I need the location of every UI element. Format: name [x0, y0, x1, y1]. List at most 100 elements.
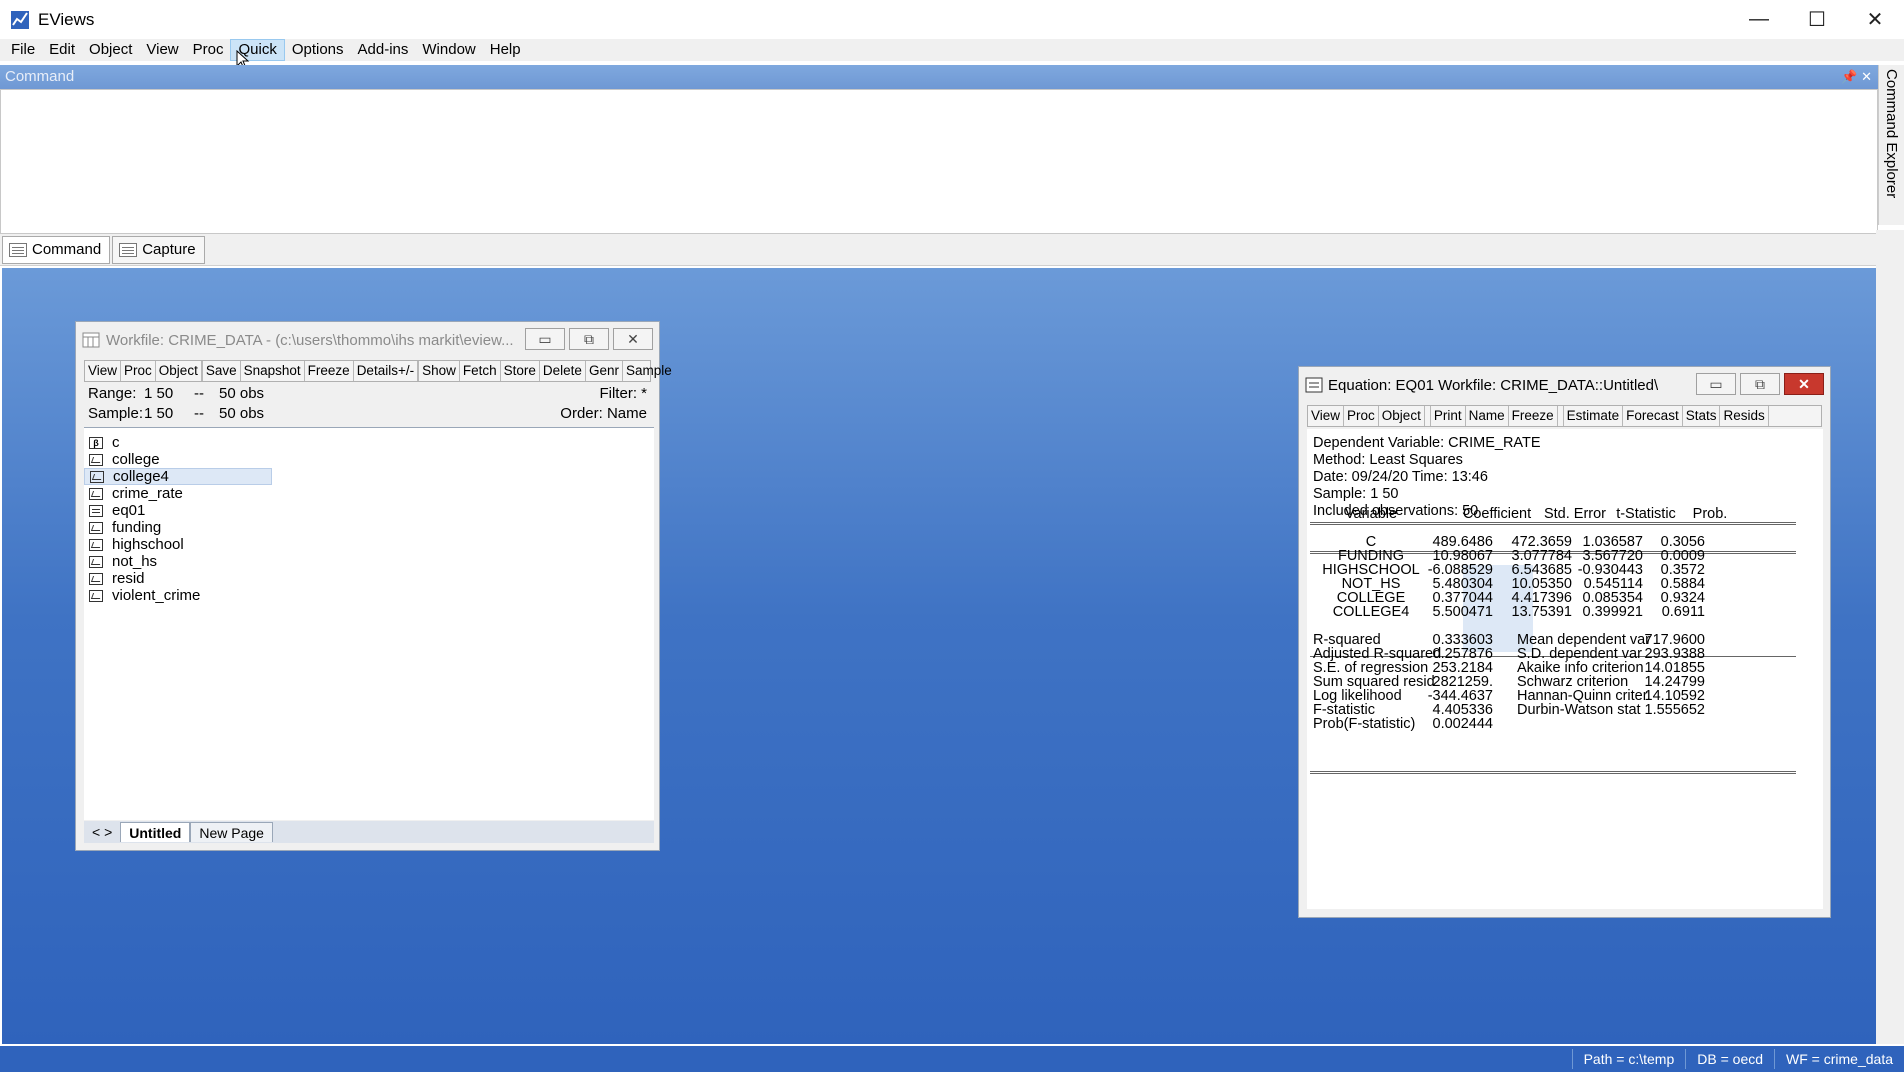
menu-window[interactable]: Window — [415, 39, 482, 61]
command-input-area[interactable] — [0, 89, 1878, 234]
list-item[interactable]: not_hs — [84, 553, 272, 570]
menu-view[interactable]: View — [139, 39, 185, 61]
eq-object-button[interactable]: Object — [1379, 406, 1425, 426]
minimize-button[interactable]: — — [1730, 0, 1788, 39]
list-item[interactable]: highschool — [84, 536, 272, 553]
equation-maximize-button[interactable]: ⧉ — [1740, 373, 1780, 395]
table-rule — [1310, 522, 1796, 525]
header-line: Date: 09/24/20 Time: 13:46 — [1313, 469, 1488, 485]
workfile-title: Workfile: CRIME_DATA - (c:\users\thommo\… — [106, 331, 514, 349]
series-icon — [90, 470, 104, 483]
sample-sep: -- — [194, 405, 204, 422]
menu-edit[interactable]: Edit — [42, 39, 82, 61]
page-nav-arrows[interactable]: < > — [84, 822, 120, 842]
object-name: eq01 — [112, 502, 146, 519]
list-item[interactable]: college4 — [84, 468, 272, 485]
workfile-info: Range: 1 50 -- 50 obs Filter: * Sample: … — [84, 384, 651, 426]
eq-view-button[interactable]: View — [1308, 406, 1345, 426]
menu-proc[interactable]: Proc — [186, 39, 231, 61]
workfile-titlebar[interactable]: Workfile: CRIME_DATA - (c:\users\thommo\… — [76, 322, 659, 358]
workfile-maximize-button[interactable]: ⧉ — [569, 328, 609, 350]
menu-file[interactable]: File — [4, 39, 42, 61]
status-bar: Path = c:\temp DB = oecd WF = crime_data — [0, 1046, 1904, 1072]
command-pane-header: Command 📌 ✕ — [0, 65, 1878, 89]
wf-object-button[interactable]: Object — [156, 361, 202, 381]
workfile-toolbar: View Proc Object Save Snapshot Freeze De… — [84, 360, 672, 382]
eq-stats-button[interactable]: Stats — [1683, 406, 1721, 426]
list-item[interactable]: funding — [84, 519, 272, 536]
table-rule — [1310, 771, 1796, 774]
equation-minimize-button[interactable]: ▭ — [1696, 373, 1736, 395]
app-titlebar: EViews — ☐ ✕ — [0, 0, 1904, 39]
workfile-minimize-button[interactable]: ▭ — [525, 328, 565, 350]
workfile-close-button[interactable]: ✕ — [613, 328, 653, 350]
menu-help[interactable]: Help — [483, 39, 528, 61]
workfile-page-tabs: < > Untitled New Page — [84, 821, 654, 843]
object-name: funding — [112, 519, 162, 536]
tab-command[interactable]: Command — [2, 235, 111, 264]
maximize-button[interactable]: ☐ — [1788, 0, 1846, 39]
wf-show-button[interactable]: Show — [419, 361, 460, 381]
wf-details-button[interactable]: Details+/- — [354, 361, 419, 381]
wf-delete-button[interactable]: Delete — [540, 361, 586, 381]
equation-toolbar: View Proc Object Print Name Freeze Estim… — [1307, 405, 1822, 427]
coef-vector-icon: β — [89, 436, 103, 449]
object-name: violent_crime — [112, 587, 201, 604]
order-label: Order: Name — [560, 405, 647, 422]
menu-object[interactable]: Object — [82, 39, 139, 61]
stat-value: 1.555652 — [1644, 702, 1705, 718]
command-explorer-tab[interactable]: Command Explorer — [1878, 65, 1904, 225]
list-item[interactable]: crime_rate — [84, 485, 272, 502]
command-tabs: Command Capture — [0, 234, 1878, 266]
eq-forecast-button[interactable]: Forecast — [1623, 406, 1683, 426]
workfile-icon — [82, 332, 100, 348]
eq-proc-button[interactable]: Proc — [1344, 406, 1379, 426]
tab-new-page[interactable]: New Page — [190, 822, 273, 842]
series-icon — [89, 589, 103, 602]
equation-close-button[interactable]: ✕ — [1784, 373, 1824, 395]
list-item[interactable]: βc — [84, 434, 272, 451]
command-pane-pin-close[interactable]: 📌 ✕ — [1841, 65, 1872, 89]
eq-resids-button[interactable]: Resids — [1720, 406, 1769, 426]
workfile-object-list: βc college college4 crime_rate eq01 fund… — [84, 427, 654, 820]
close-button[interactable]: ✕ — [1846, 0, 1904, 39]
eq-freeze-button[interactable]: Freeze — [1509, 406, 1558, 426]
wf-proc-button[interactable]: Proc — [121, 361, 156, 381]
object-name: college — [112, 451, 160, 468]
object-name: resid — [112, 570, 145, 587]
wf-freeze-button[interactable]: Freeze — [305, 361, 354, 381]
wf-genr-button[interactable]: Genr — [586, 361, 623, 381]
series-icon — [89, 572, 103, 585]
wf-store-button[interactable]: Store — [501, 361, 540, 381]
eq-estimate-button[interactable]: Estimate — [1564, 406, 1624, 426]
equation-titlebar[interactable]: Equation: EQ01 Workfile: CRIME_DATA::Unt… — [1299, 367, 1830, 403]
status-wf: WF = crime_data — [1774, 1049, 1904, 1069]
object-name: not_hs — [112, 553, 158, 570]
list-item[interactable]: violent_crime — [84, 587, 272, 604]
eq-name-button[interactable]: Name — [1466, 406, 1509, 426]
tab-untitled[interactable]: Untitled — [120, 822, 191, 842]
wf-save-button[interactable]: Save — [203, 361, 241, 381]
filter-label: Filter: * — [599, 385, 647, 402]
wf-sample-button[interactable]: Sample — [623, 361, 675, 381]
equation-icon — [1305, 377, 1323, 393]
wf-view-button[interactable]: View — [85, 361, 122, 381]
wf-snapshot-button[interactable]: Snapshot — [241, 361, 305, 381]
object-name: highschool — [112, 536, 184, 553]
eviews-logo-icon — [11, 10, 29, 29]
object-name: college4 — [113, 468, 169, 485]
menu-add-ins[interactable]: Add-ins — [351, 39, 416, 61]
equation-output: Dependent Variable: CRIME_RATE Method: L… — [1307, 429, 1823, 909]
sample-obs: 50 obs — [219, 405, 265, 422]
eq-print-button[interactable]: Print — [1431, 406, 1466, 426]
workfile-window: Workfile: CRIME_DATA - (c:\users\thommo\… — [75, 321, 672, 851]
series-icon — [89, 521, 103, 534]
menu-options[interactable]: Options — [285, 39, 351, 61]
wf-fetch-button[interactable]: Fetch — [460, 361, 501, 381]
capture-window-icon — [119, 242, 138, 257]
series-icon — [89, 538, 103, 551]
list-item[interactable]: college — [84, 451, 272, 468]
list-item[interactable]: resid — [84, 570, 272, 587]
list-item[interactable]: eq01 — [84, 502, 272, 519]
tab-capture[interactable]: Capture — [112, 235, 205, 264]
